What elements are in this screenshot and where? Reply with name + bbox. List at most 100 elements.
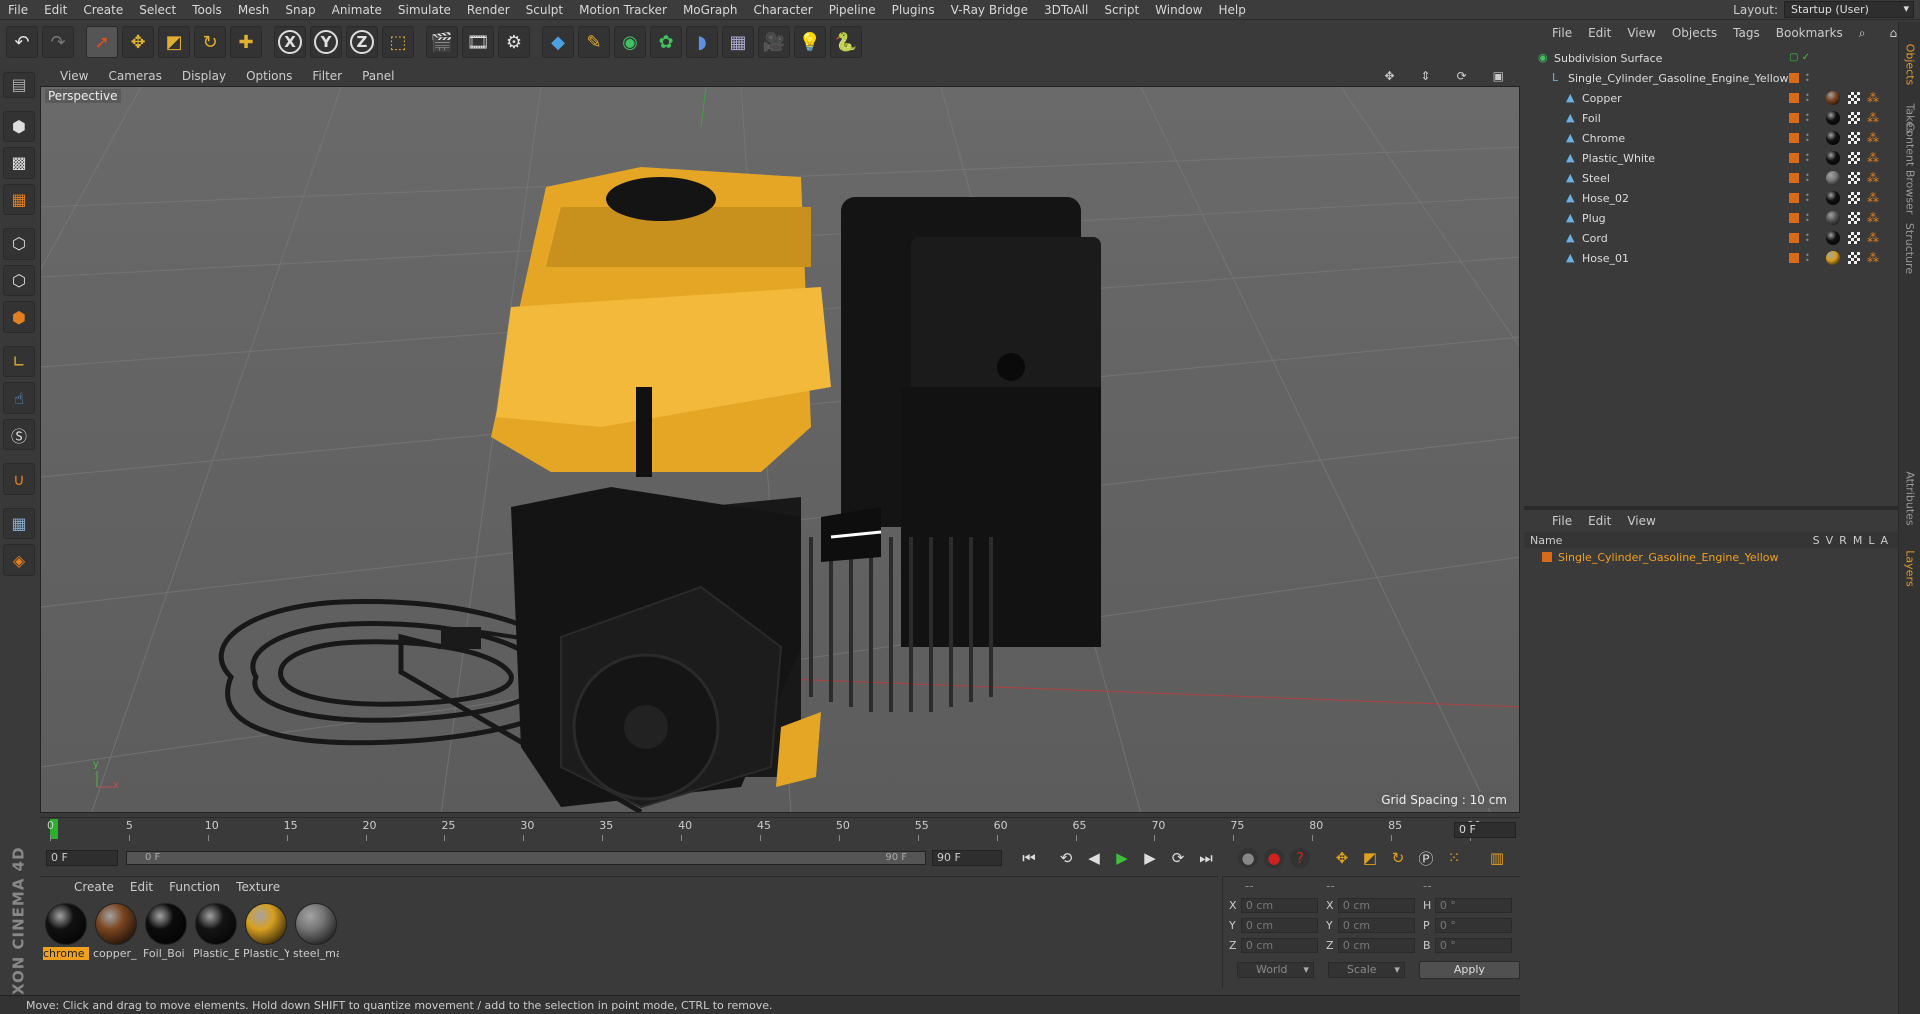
visibility-dots[interactable]: • • (1805, 92, 1810, 105)
coord-field[interactable]: 0 ° (1434, 897, 1512, 913)
layer-color-tag[interactable] (1789, 153, 1799, 163)
edges-mode-icon[interactable]: ⬡ (3, 264, 35, 297)
side-tab-layers[interactable]: Layers (1901, 550, 1919, 586)
apply-button[interactable]: Apply (1418, 961, 1520, 979)
live-select-icon[interactable]: ✚ (230, 26, 262, 58)
render-picture-viewer-icon[interactable]: 🎞 (462, 26, 494, 58)
material-tag-icon[interactable] (1826, 91, 1840, 105)
material-ball[interactable] (295, 903, 337, 945)
uvw-tag-icon[interactable] (1848, 252, 1860, 264)
material-tag-icon[interactable] (1826, 151, 1840, 165)
go-to-end-icon[interactable]: ⏭ (1195, 847, 1217, 869)
coord-field[interactable]: 0 cm (1240, 897, 1318, 913)
menu-tools[interactable]: Tools (184, 0, 230, 20)
side-tab-structure[interactable]: Structure (1901, 223, 1919, 274)
material-swatch[interactable]: chrome (43, 903, 89, 960)
phong-tag-icon[interactable]: ⁂ (1867, 131, 1879, 145)
timeline-icon[interactable]: ▥ (1486, 847, 1508, 869)
menu-select[interactable]: Select (131, 0, 184, 20)
layer-color-tag[interactable] (1789, 73, 1799, 83)
layer-row[interactable]: Single_Cylinder_Gasoline_Engine_Yellow (1524, 548, 1898, 566)
redo-icon[interactable]: ↷ (42, 26, 74, 58)
layer-color-tag[interactable] (1789, 233, 1799, 243)
visibility-dots[interactable]: • • (1805, 112, 1810, 125)
menu-mesh[interactable]: Mesh (230, 0, 278, 20)
object-row[interactable]: ▲ Chrome • • ⁂ (1524, 128, 1898, 148)
visibility-toggle[interactable]: ▢ ✓ (1789, 53, 1810, 63)
material-tag-icon[interactable] (1826, 111, 1840, 125)
scale-tool-icon[interactable]: ◩ (158, 26, 190, 58)
key-rotation-icon[interactable]: ↻ (1387, 847, 1409, 869)
motion-record-icon[interactable]: ● (1238, 848, 1258, 868)
coordinate-mode-dropdown[interactable]: Scale (1327, 962, 1405, 978)
menu-simulate[interactable]: Simulate (390, 0, 459, 20)
pen-icon[interactable]: ✎ (578, 26, 610, 58)
key-pla-icon[interactable]: ⁙ (1443, 847, 1465, 869)
object-menu-tags[interactable]: Tags (1725, 26, 1768, 40)
phong-tag-icon[interactable]: ⁂ (1867, 151, 1879, 165)
layer-color-tag[interactable] (1789, 113, 1799, 123)
side-tab-content-browser[interactable]: Content Browser (1901, 123, 1919, 215)
visibility-dots[interactable]: • • (1805, 72, 1810, 85)
layer-menu-view[interactable]: View (1619, 514, 1663, 528)
coordinate-system-icon[interactable]: ⬚ (382, 26, 414, 58)
material-menu-edit[interactable]: Edit (122, 880, 161, 894)
visibility-dots[interactable]: • • (1805, 232, 1810, 245)
floor-icon[interactable]: ▦ (722, 26, 754, 58)
magnet-icon[interactable]: ∪ (3, 463, 35, 495)
menu-window[interactable]: Window (1147, 0, 1210, 20)
menu-pipeline[interactable]: Pipeline (821, 0, 884, 20)
visibility-dots[interactable]: • • (1805, 132, 1810, 145)
phong-tag-icon[interactable]: ⁂ (1867, 231, 1879, 245)
start-frame-field[interactable]: 0 F (46, 850, 118, 866)
layer-color-tag[interactable] (1789, 93, 1799, 103)
coord-field[interactable]: 0 cm (1337, 937, 1415, 953)
coord-field[interactable]: 0 ° (1434, 917, 1512, 933)
layer-menu-edit[interactable]: Edit (1580, 514, 1619, 528)
orbit-icon[interactable]: ⟳ (1447, 66, 1477, 86)
material-swatch[interactable]: Plastic_E (193, 903, 239, 960)
zoom-icon[interactable]: ⇕ (1411, 66, 1441, 86)
search-icon[interactable]: ⌕ (1851, 26, 1874, 41)
viewport-menu-cameras[interactable]: Cameras (98, 69, 171, 83)
object-row[interactable]: ▲ Foil • • ⁂ (1524, 108, 1898, 128)
make-editable-icon[interactable]: ▤ (3, 72, 35, 98)
z-axis-lock-icon[interactable]: Z (346, 26, 378, 58)
phong-tag-icon[interactable]: ⁂ (1867, 171, 1879, 185)
layer-color-tag[interactable] (1789, 213, 1799, 223)
points-mode-icon[interactable]: ⬡ (3, 228, 35, 260)
material-tag-icon[interactable] (1826, 231, 1840, 245)
material-menu-texture[interactable]: Texture (228, 880, 288, 894)
axis-mode-icon[interactable]: ∟ (3, 345, 35, 378)
material-tag-icon[interactable] (1826, 131, 1840, 145)
maximize-icon[interactable]: ▣ (1483, 66, 1514, 86)
menu-edit[interactable]: Edit (36, 0, 75, 20)
end-frame-field[interactable]: 90 F (932, 850, 1002, 866)
layer-color-tag[interactable] (1789, 253, 1799, 263)
menu-animate[interactable]: Animate (324, 0, 390, 20)
workplane-icon[interactable]: ▦ (3, 183, 35, 216)
cube-icon[interactable]: ◆ (542, 26, 574, 58)
uvw-tag-icon[interactable] (1848, 152, 1860, 164)
viewport-menu-panel[interactable]: Panel (352, 69, 404, 83)
autokey-icon[interactable]: ? (1290, 848, 1310, 868)
layer-color-swatch[interactable] (1542, 552, 1552, 562)
menu-3dtoall[interactable]: 3DToAll (1036, 0, 1096, 20)
menu-script[interactable]: Script (1096, 0, 1147, 20)
material-ball[interactable] (245, 903, 287, 945)
uvw-tag-icon[interactable] (1848, 212, 1860, 224)
material-tag-icon[interactable] (1826, 191, 1840, 205)
pan-icon[interactable]: ✥ (1374, 66, 1404, 86)
render-settings-icon[interactable]: ⚙ (498, 26, 530, 58)
timeline-ruler[interactable]: 051015202530354045505560657075808590 (40, 817, 1520, 841)
material-ball[interactable] (145, 903, 187, 945)
material-swatch[interactable]: Foil_Boi (143, 903, 188, 960)
camera-icon[interactable]: 🎥 (758, 26, 790, 58)
perspective-viewport[interactable]: x y Perspective Grid Spacing : 10 cm (40, 86, 1520, 813)
tweak-mode-icon[interactable]: ☝ (3, 382, 35, 414)
menu-file[interactable]: File (0, 0, 36, 20)
coordinate-space-dropdown[interactable]: World (1237, 962, 1314, 978)
menu-v-ray-bridge[interactable]: V-Ray Bridge (943, 0, 1036, 20)
visibility-dots[interactable]: • • (1805, 212, 1810, 225)
menu-snap[interactable]: Snap (277, 0, 323, 20)
